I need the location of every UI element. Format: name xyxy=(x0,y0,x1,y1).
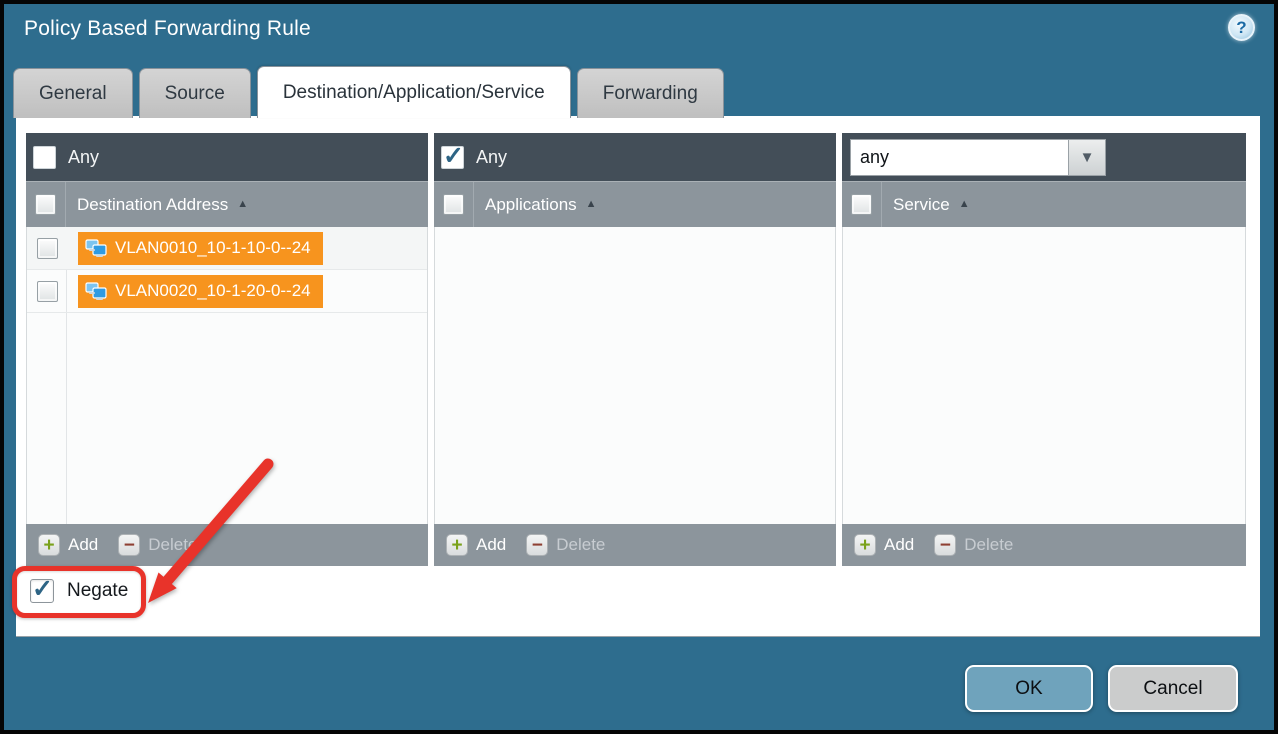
add-icon: + xyxy=(446,534,468,556)
sort-ascending-icon[interactable]: ▲ xyxy=(237,198,248,210)
add-button[interactable]: + Add xyxy=(446,534,506,556)
address-object-label: VLAN0020_10-1-20-0--24 xyxy=(115,281,311,301)
tab-label: Forwarding xyxy=(603,83,698,105)
destination-list: VLAN0010_10-1-10-0--24 VLAN xyxy=(26,227,428,524)
row-checkbox-cell xyxy=(27,227,67,269)
header-checkbox-cell xyxy=(434,182,474,227)
network-address-icon xyxy=(84,281,108,301)
destination-address-panel: ✓ Any Destination Address ▲ xyxy=(26,133,428,566)
tab-label: Destination/Application/Service xyxy=(283,82,545,104)
cancel-button-label: Cancel xyxy=(1143,678,1202,700)
destination-select-all-checkbox[interactable] xyxy=(35,194,56,215)
applications-any-checkbox[interactable]: ✓ xyxy=(441,146,464,169)
applications-panel: ✓ Any Applications ▲ + Add − Delete xyxy=(434,133,836,566)
applications-list xyxy=(434,227,836,524)
list-item[interactable]: VLAN0020_10-1-20-0--24 xyxy=(27,270,427,313)
add-label: Add xyxy=(68,535,98,555)
service-dropdown-button[interactable]: ▼ xyxy=(1068,139,1106,176)
help-glyph: ? xyxy=(1236,18,1246,38)
sort-ascending-icon[interactable]: ▲ xyxy=(586,198,597,210)
service-list xyxy=(842,227,1246,524)
tab-forwarding[interactable]: Forwarding xyxy=(577,68,724,118)
chevron-down-icon: ▼ xyxy=(1080,149,1095,166)
applications-any-bar: ✓ Any xyxy=(434,133,836,181)
service-dropdown-bar: ▼ xyxy=(842,133,1246,181)
destination-any-label: Any xyxy=(68,147,99,168)
row-checkbox[interactable] xyxy=(37,281,58,302)
service-column-header: Service ▲ xyxy=(842,181,1246,227)
add-icon: + xyxy=(38,534,60,556)
tab-general[interactable]: General xyxy=(13,68,133,118)
dialog-title: Policy Based Forwarding Rule xyxy=(24,17,311,41)
negate-row: ✓ Negate xyxy=(30,579,128,603)
applications-any-label: Any xyxy=(476,147,507,168)
sort-ascending-icon[interactable]: ▲ xyxy=(959,198,970,210)
policy-forwarding-dialog: Policy Based Forwarding Rule ? General S… xyxy=(0,0,1278,734)
check-icon: ✓ xyxy=(32,574,53,604)
ok-button-label: OK xyxy=(1015,678,1042,700)
applications-select-all-checkbox[interactable] xyxy=(443,194,464,215)
tab-label: Source xyxy=(165,83,225,105)
list-item[interactable]: VLAN0010_10-1-10-0--24 xyxy=(27,227,427,270)
ok-button[interactable]: OK xyxy=(965,665,1093,712)
service-panel: ▼ Service ▲ + Add − Delete xyxy=(842,133,1246,566)
add-icon: + xyxy=(854,534,876,556)
delete-button[interactable]: − Delete xyxy=(526,534,605,556)
applications-column-header: Applications ▲ xyxy=(434,181,836,227)
address-object-label: VLAN0010_10-1-10-0--24 xyxy=(115,238,311,258)
negate-label: Negate xyxy=(67,580,128,602)
delete-label: Delete xyxy=(148,535,197,555)
delete-label: Delete xyxy=(964,535,1013,555)
delete-icon: − xyxy=(934,534,956,556)
header-checkbox-cell xyxy=(842,182,882,227)
row-checkbox[interactable] xyxy=(37,238,58,259)
check-icon: ✓ xyxy=(443,141,464,171)
tab-destination-application-service[interactable]: Destination/Application/Service xyxy=(257,66,571,118)
delete-button[interactable]: − Delete xyxy=(118,534,197,556)
destination-panel-footer: + Add − Delete xyxy=(26,524,428,566)
add-button[interactable]: + Add xyxy=(854,534,914,556)
add-label: Add xyxy=(476,535,506,555)
destination-any-checkbox[interactable]: ✓ xyxy=(33,146,56,169)
header-checkbox-cell xyxy=(26,182,66,227)
destination-column-header: Destination Address ▲ xyxy=(26,181,428,227)
cancel-button[interactable]: Cancel xyxy=(1108,665,1238,712)
row-checkbox-cell xyxy=(27,270,67,312)
address-object-chip[interactable]: VLAN0010_10-1-10-0--24 xyxy=(78,232,323,265)
add-label: Add xyxy=(884,535,914,555)
service-select-all-checkbox[interactable] xyxy=(851,194,872,215)
help-icon[interactable]: ? xyxy=(1228,14,1255,41)
tab-bar: General Source Destination/Application/S… xyxy=(13,66,724,118)
service-column-label: Service xyxy=(893,195,950,215)
destination-column-label: Destination Address xyxy=(77,195,228,215)
network-address-icon xyxy=(84,238,108,258)
tab-content: ✓ Any Destination Address ▲ xyxy=(16,116,1260,637)
tab-label: General xyxy=(39,83,107,105)
delete-icon: − xyxy=(118,534,140,556)
applications-column-label: Applications xyxy=(485,195,577,215)
delete-button[interactable]: − Delete xyxy=(934,534,1013,556)
delete-icon: − xyxy=(526,534,548,556)
negate-checkbox[interactable]: ✓ xyxy=(30,579,54,603)
destination-any-bar: ✓ Any xyxy=(26,133,428,181)
applications-panel-footer: + Add − Delete xyxy=(434,524,836,566)
service-combobox: ▼ xyxy=(850,139,1106,176)
service-dropdown-input[interactable] xyxy=(850,139,1068,176)
tab-source[interactable]: Source xyxy=(139,68,251,118)
address-object-chip[interactable]: VLAN0020_10-1-20-0--24 xyxy=(78,275,323,308)
service-panel-footer: + Add − Delete xyxy=(842,524,1246,566)
delete-label: Delete xyxy=(556,535,605,555)
add-button[interactable]: + Add xyxy=(38,534,98,556)
